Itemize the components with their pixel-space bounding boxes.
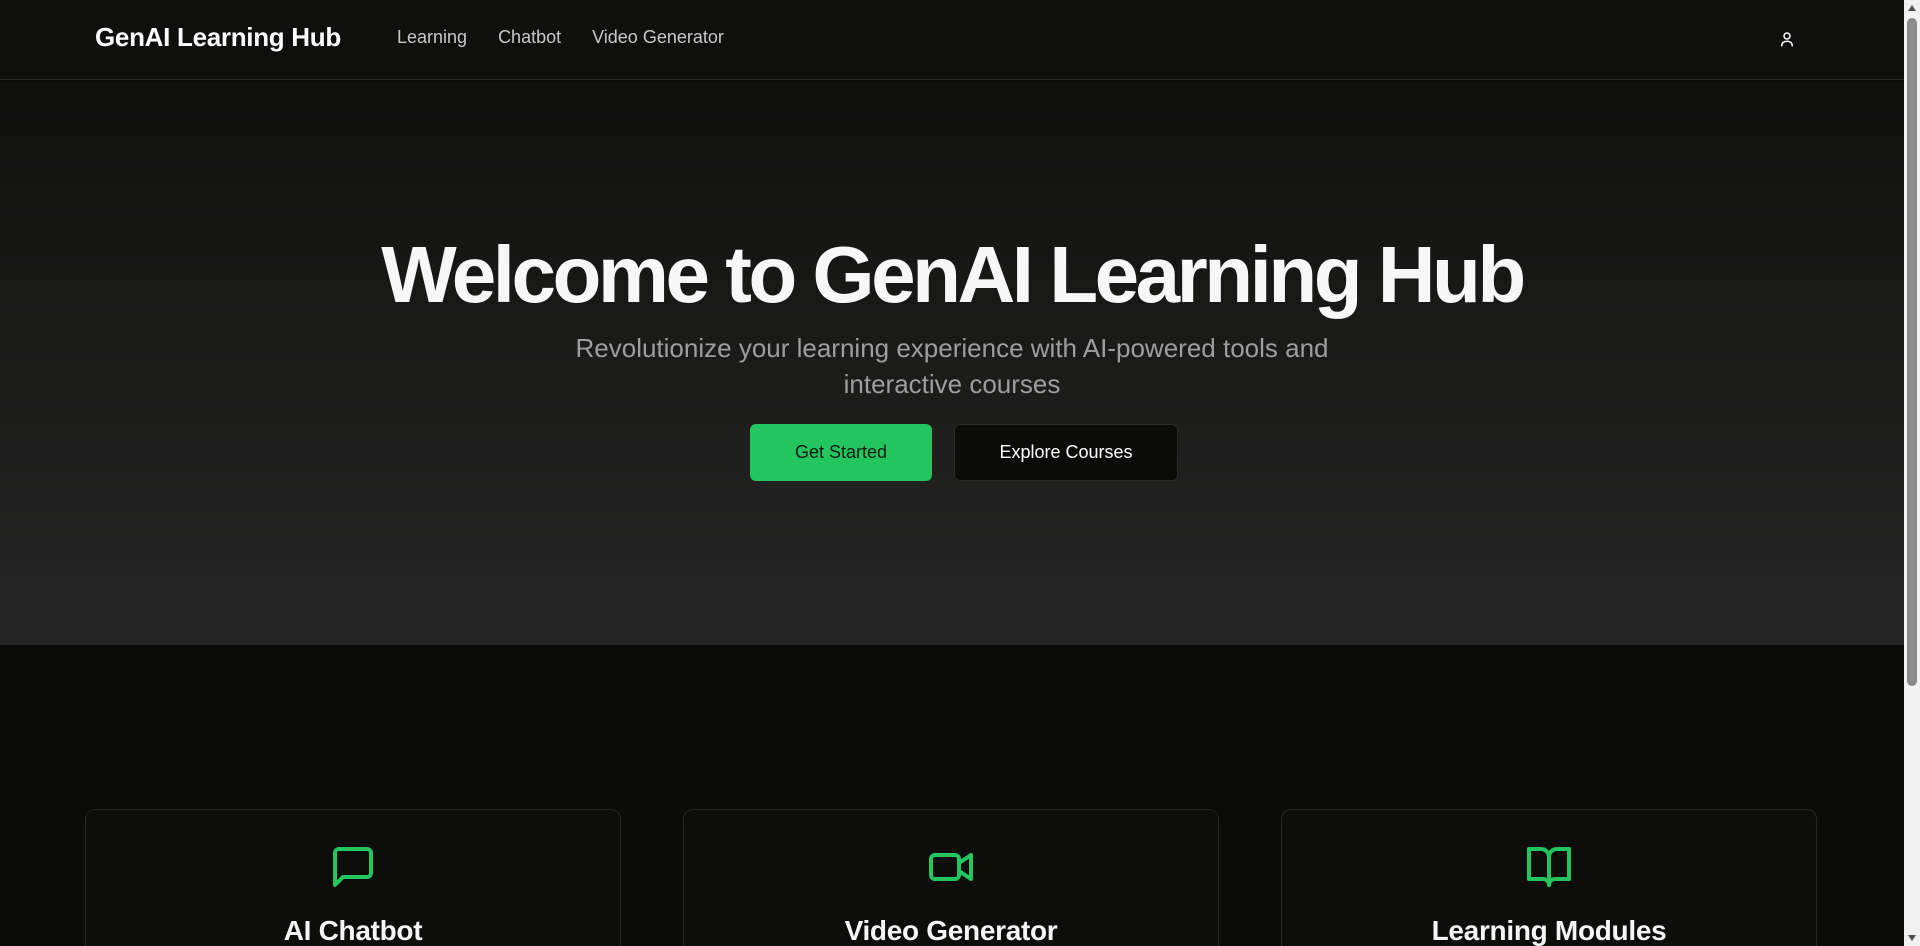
scroll-up-arrow-icon[interactable] <box>1904 0 1920 16</box>
page: GenAI Learning Hub Learning Chatbot Vide… <box>0 0 1920 946</box>
nav-link-video-generator[interactable]: Video Generator <box>592 27 724 48</box>
features-section: AI Chatbot Video Generator Learning Modu… <box>0 645 1904 946</box>
feature-title: AI Chatbot <box>283 915 423 946</box>
user-account-button[interactable] <box>1772 24 1802 54</box>
feature-card-video-generator[interactable]: Video Generator <box>683 809 1219 946</box>
feature-card-learning-modules[interactable]: Learning Modules <box>1281 809 1817 946</box>
hero-section: Welcome to GenAI Learning Hub Revolution… <box>0 81 1904 645</box>
feature-title: Video Generator <box>844 915 1058 946</box>
hero-actions: Get Started Explore Courses <box>0 424 1904 481</box>
scrollbar-thumb[interactable] <box>1907 18 1917 686</box>
feature-title: Learning Modules <box>1431 915 1667 946</box>
nav-link-learning[interactable]: Learning <box>397 27 467 48</box>
message-square-icon <box>333 847 373 887</box>
vertical-scrollbar[interactable] <box>1904 0 1920 946</box>
top-navbar: GenAI Learning Hub Learning Chatbot Vide… <box>0 0 1904 80</box>
get-started-button[interactable]: Get Started <box>750 424 932 481</box>
main-nav: Learning Chatbot Video Generator <box>397 27 724 48</box>
book-open-icon <box>1527 847 1571 887</box>
video-icon <box>929 853 973 881</box>
hero-title: Welcome to GenAI Learning Hub <box>381 230 1526 319</box>
user-icon <box>1781 32 1793 47</box>
feature-card-ai-chatbot[interactable]: AI Chatbot <box>85 809 621 946</box>
scroll-down-arrow-icon[interactable] <box>1904 930 1920 946</box>
explore-courses-button[interactable]: Explore Courses <box>954 424 1178 481</box>
hero-subtitle: Revolutionize your learning experience w… <box>575 333 1329 399</box>
nav-link-chatbot[interactable]: Chatbot <box>498 27 561 48</box>
brand-logo-link[interactable]: GenAI Learning Hub <box>95 22 341 53</box>
